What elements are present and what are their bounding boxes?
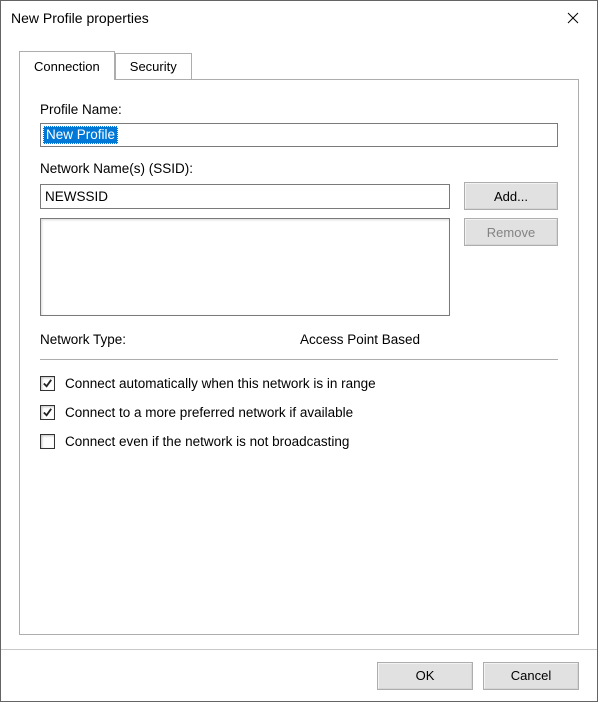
prefer-other-checkbox[interactable] <box>40 405 55 420</box>
hidden-ssid-label: Connect even if the network is not broad… <box>65 434 349 449</box>
tab-connection[interactable]: Connection <box>19 51 115 80</box>
hidden-ssid-row[interactable]: Connect even if the network is not broad… <box>40 434 558 449</box>
tab-panel-connection: Profile Name: New Profile Network Name(s… <box>19 79 579 635</box>
tab-strip: Connection Security <box>19 51 579 79</box>
ssid-input[interactable] <box>40 184 450 209</box>
ok-button[interactable]: OK <box>377 662 473 690</box>
auto-connect-label: Connect automatically when this network … <box>65 376 376 391</box>
add-button[interactable]: Add... <box>464 182 558 210</box>
separator <box>40 359 558 360</box>
profile-name-input[interactable]: New Profile <box>40 123 558 147</box>
ssid-listbox[interactable] <box>40 218 450 316</box>
network-type-value: Access Point Based <box>300 332 420 347</box>
window-title: New Profile properties <box>11 10 551 26</box>
client-area: Connection Security Profile Name: New Pr… <box>1 35 597 649</box>
network-type-row: Network Type: Access Point Based <box>40 332 558 347</box>
titlebar: New Profile properties <box>1 1 597 35</box>
profile-name-selected-text: New Profile <box>43 126 118 144</box>
cancel-button[interactable]: Cancel <box>483 662 579 690</box>
dialog-window: New Profile properties Connection Securi… <box>0 0 598 702</box>
network-type-label: Network Type: <box>40 332 300 347</box>
auto-connect-checkbox[interactable] <box>40 376 55 391</box>
checkmark-icon <box>42 407 53 418</box>
prefer-other-label: Connect to a more preferred network if a… <box>65 405 353 420</box>
close-button[interactable] <box>551 3 595 33</box>
dialog-footer: OK Cancel <box>1 649 597 701</box>
ssid-label: Network Name(s) (SSID): <box>40 161 558 176</box>
checkmark-icon <box>42 378 53 389</box>
auto-connect-row[interactable]: Connect automatically when this network … <box>40 376 558 391</box>
prefer-other-row[interactable]: Connect to a more preferred network if a… <box>40 405 558 420</box>
tab-security[interactable]: Security <box>115 53 192 79</box>
remove-button: Remove <box>464 218 558 246</box>
hidden-ssid-checkbox[interactable] <box>40 434 55 449</box>
profile-name-label: Profile Name: <box>40 102 558 117</box>
close-icon <box>567 12 579 24</box>
